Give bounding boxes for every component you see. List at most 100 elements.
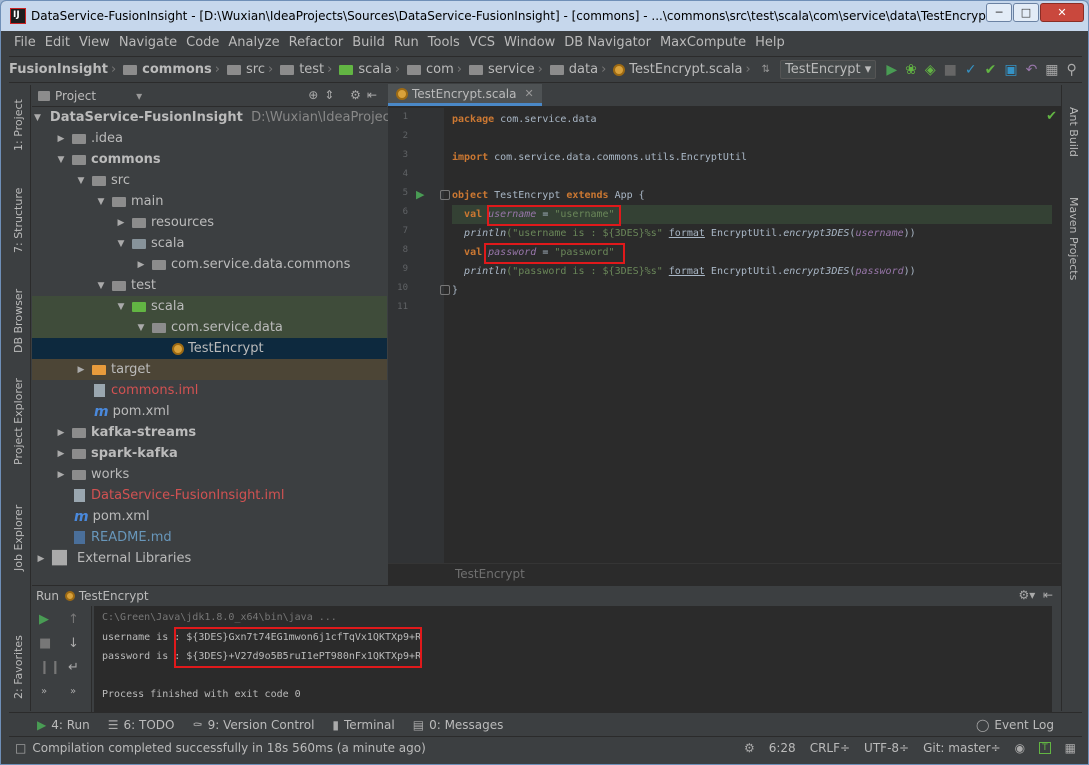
project-view-selector[interactable]: Project: [55, 89, 96, 103]
coverage-icon[interactable]: ◈: [925, 62, 936, 78]
tab-event-log[interactable]: ◯ Event Log: [976, 718, 1054, 732]
revert-icon[interactable]: ↶: [1026, 62, 1038, 78]
fold-marker-icon[interactable]: [440, 285, 450, 295]
line-separator[interactable]: CRLF÷: [810, 741, 850, 755]
memory-icon[interactable]: ▦: [1065, 741, 1076, 755]
minimize-button[interactable]: ─: [986, 3, 1012, 22]
maximize-button[interactable]: □: [1013, 3, 1039, 22]
run-gutter-icon[interactable]: ▶: [416, 188, 424, 201]
tree-item[interactable]: m pom.xml: [32, 506, 387, 527]
menu-edit[interactable]: Edit: [45, 35, 70, 50]
tree-item[interactable]: ▼ DataService-FusionInsight D:\Wuxian\Ide…: [32, 107, 414, 128]
tree-item[interactable]: ▶ .idea: [32, 128, 387, 149]
project-structure-icon[interactable]: ▦: [1045, 62, 1058, 78]
menu-view[interactable]: View: [79, 35, 110, 50]
locate-icon[interactable]: ⊕: [308, 88, 324, 102]
menu-file[interactable]: File: [14, 35, 36, 50]
menu-maxcompute[interactable]: MaxCompute: [660, 35, 746, 50]
breadcrumb-com[interactable]: com ›: [407, 62, 465, 77]
tree-item[interactable]: ▼ src: [32, 170, 387, 191]
menu-tools[interactable]: Tools: [428, 35, 460, 50]
tree-item[interactable]: ▶ target: [32, 359, 387, 380]
fold-marker-icon[interactable]: [440, 190, 450, 200]
breadcrumb-test[interactable]: test ›: [280, 62, 335, 77]
menu-vcs[interactable]: VCS: [469, 35, 495, 50]
tab-terminal[interactable]: ▮ Terminal: [332, 718, 394, 732]
tool-window-toggle-icon[interactable]: □: [15, 741, 26, 755]
tree-item[interactable]: m pom.xml: [32, 401, 387, 422]
breadcrumb-commons[interactable]: commons ›: [123, 62, 223, 77]
tab-todo[interactable]: ☰ 6: TODO: [108, 718, 175, 732]
vcs-update-icon[interactable]: ✓: [965, 62, 977, 78]
caret-position[interactable]: 6:28: [769, 741, 796, 755]
chevron-down-icon[interactable]: ▾: [136, 89, 142, 103]
menu-refactor[interactable]: Refactor: [289, 35, 344, 50]
editor-breadcrumb[interactable]: TestEncrypt: [388, 563, 1061, 585]
down-icon[interactable]: ↓: [68, 636, 79, 651]
tree-item[interactable]: ▶ spark-kafka: [32, 443, 387, 464]
rerun-icon[interactable]: ▶: [39, 612, 49, 627]
menu-build[interactable]: Build: [352, 35, 385, 50]
tool-tab-structure[interactable]: 7: Structure: [12, 188, 25, 253]
close-button[interactable]: ✕: [1040, 3, 1084, 22]
code-area[interactable]: package com.service.data import com.serv…: [452, 108, 1052, 563]
tree-item[interactable]: ▼ main: [32, 191, 387, 212]
menu-db-navigator[interactable]: DB Navigator: [564, 35, 651, 50]
pause-icon[interactable]: ❙❙: [39, 660, 61, 675]
tree-item[interactable]: commons.iml: [32, 380, 387, 401]
inspection-icon[interactable]: ⚙: [744, 741, 755, 755]
tree-item[interactable]: ▼ commons: [32, 149, 387, 170]
tool-tab-project[interactable]: 1: Project: [12, 99, 25, 151]
run-config-tab[interactable]: TestEncrypt: [79, 589, 149, 603]
tool-tab-project-explorer[interactable]: Project Explorer: [12, 378, 25, 465]
tree-item[interactable]: ▶ works: [32, 464, 387, 485]
file-encoding[interactable]: UTF-8÷: [864, 741, 909, 755]
menu-analyze[interactable]: Analyze: [228, 35, 279, 50]
vcs-commit-icon[interactable]: ✔: [985, 62, 997, 78]
hide-icon[interactable]: ⇤: [367, 88, 383, 102]
menu-window[interactable]: Window: [504, 35, 555, 50]
tab-version-control[interactable]: ⚰ 9: Version Control: [192, 718, 314, 732]
run-configuration-select[interactable]: TestEncrypt ▾: [780, 60, 877, 79]
tree-item[interactable]: ▼ scala: [32, 233, 387, 254]
tree-item[interactable]: README.md: [32, 527, 387, 548]
editor-tab-testencrypt[interactable]: TestEncrypt.scala ✕: [388, 84, 542, 106]
run-icon[interactable]: ▶: [886, 62, 897, 78]
breadcrumb-file[interactable]: TestEncrypt.scala ›: [613, 62, 753, 77]
more-icon[interactable]: »: [41, 686, 47, 697]
tool-tab-ant-build[interactable]: Ant Build: [1067, 107, 1080, 157]
tab-messages[interactable]: ▤ 0: Messages: [413, 718, 504, 732]
lock-icon[interactable]: ◉: [1015, 741, 1025, 755]
gear-icon[interactable]: ⚙▾ ⇤: [1019, 588, 1053, 602]
tool-tab-db-browser[interactable]: DB Browser: [12, 289, 25, 353]
tabnine-icon[interactable]: T: [1039, 741, 1051, 754]
tree-item[interactable]: ▼ com.service.data: [32, 317, 387, 338]
tool-tab-maven-projects[interactable]: Maven Projects: [1067, 197, 1080, 280]
tree-item-selected[interactable]: TestEncrypt: [32, 338, 387, 359]
collapse-icon[interactable]: ⇕: [324, 88, 340, 102]
tree-item[interactable]: ▼ test: [32, 275, 387, 296]
soft-wrap-icon[interactable]: ↵: [68, 660, 79, 675]
tool-tab-job-explorer[interactable]: Job Explorer: [12, 505, 25, 571]
menu-help[interactable]: Help: [755, 35, 785, 50]
stop-icon[interactable]: ■: [39, 636, 51, 651]
tree-item[interactable]: ▶ kafka-streams: [32, 422, 387, 443]
tree-item[interactable]: DataService-FusionInsight.iml: [32, 485, 387, 506]
breadcrumb-project[interactable]: FusionInsight ›: [9, 62, 119, 77]
more-icon[interactable]: »: [70, 686, 76, 697]
binary-toggle-icon[interactable]: ⇅: [762, 64, 770, 75]
tree-item[interactable]: ▶ resources: [32, 212, 387, 233]
compare-icon[interactable]: ▣: [1004, 62, 1017, 78]
breadcrumb-service[interactable]: service ›: [469, 62, 546, 77]
tool-tab-favorites[interactable]: 2: Favorites: [12, 635, 25, 699]
gear-icon[interactable]: ⚙: [350, 88, 367, 102]
menu-code[interactable]: Code: [186, 35, 219, 50]
stop-icon[interactable]: ■: [944, 62, 957, 78]
tab-run[interactable]: ▶ 4: Run: [37, 718, 90, 732]
debug-icon[interactable]: ❀: [905, 62, 917, 78]
close-icon[interactable]: ✕: [524, 87, 533, 100]
tree-item[interactable]: ▶ █▌ External Libraries: [32, 548, 387, 569]
breadcrumb-data[interactable]: data ›: [549, 62, 610, 77]
menu-run[interactable]: Run: [394, 35, 419, 50]
breadcrumb-scala[interactable]: scala ›: [339, 62, 403, 77]
